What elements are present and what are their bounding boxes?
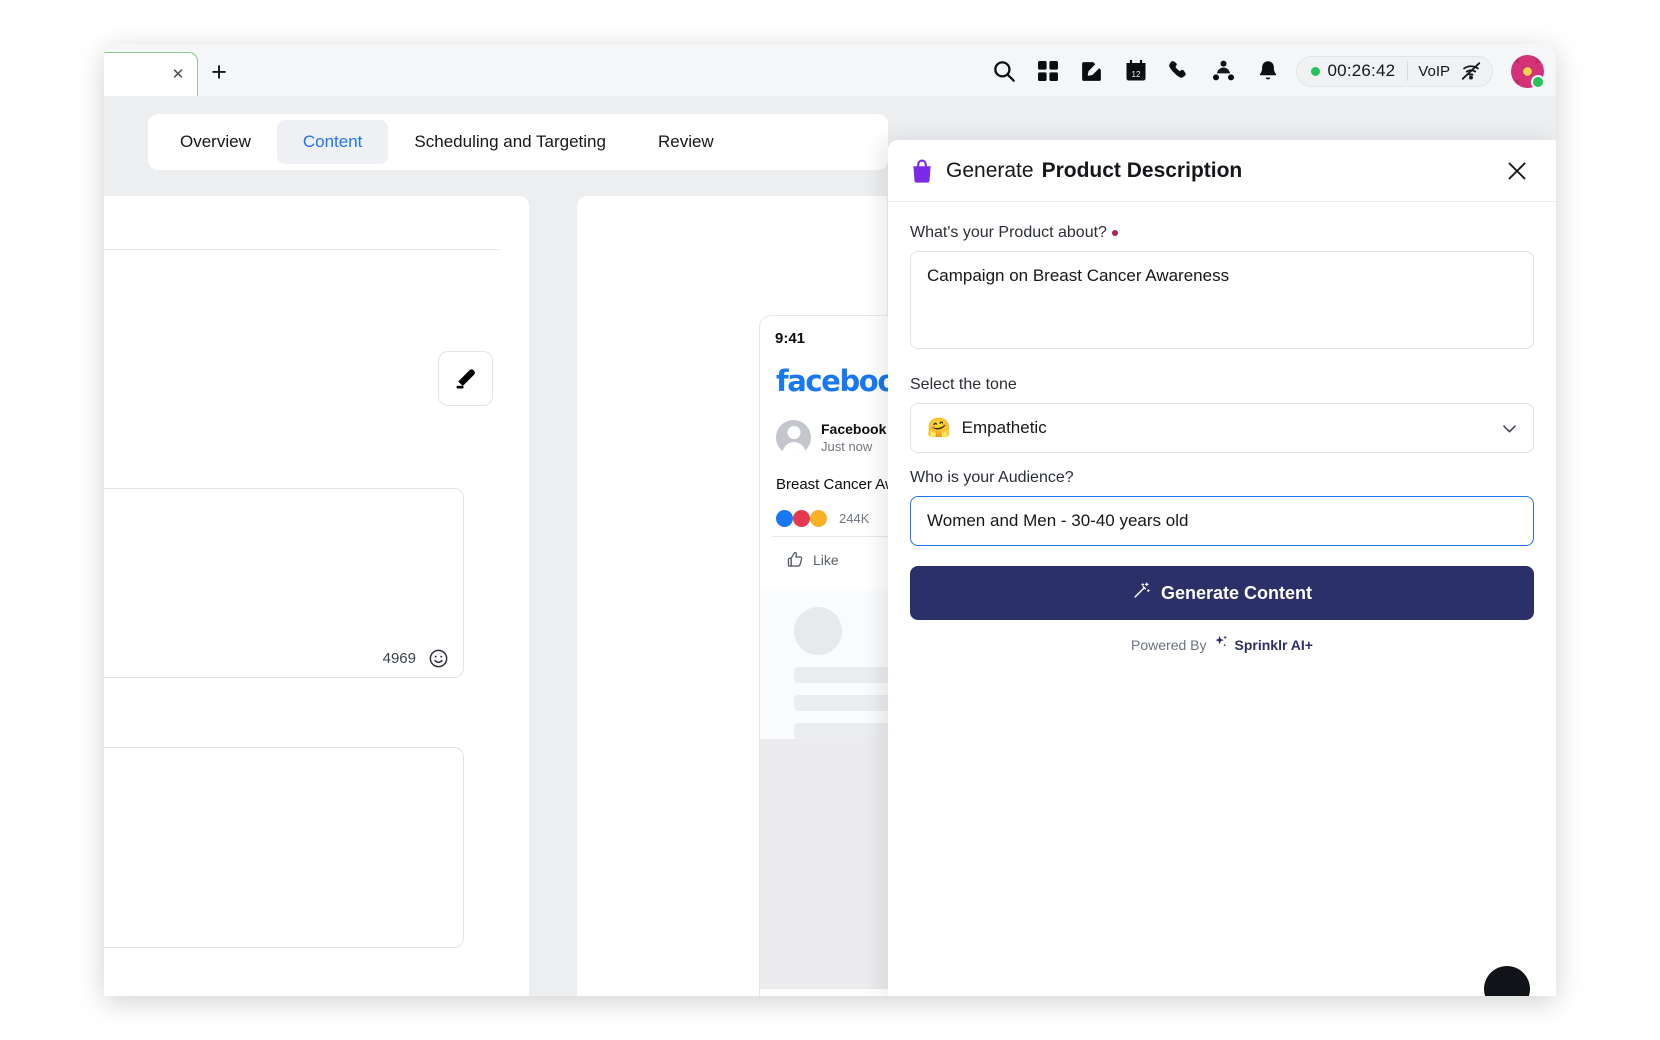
app-window: ✕ + 12 00:26:42 VoIP Overview Content Sc… [104, 44, 1556, 996]
voip-status-pill[interactable]: 00:26:42 VoIP [1295, 55, 1493, 87]
sparkle-icon [1213, 634, 1229, 655]
phone-status-time: 9:41 [775, 330, 806, 347]
voip-active-dot [1310, 66, 1320, 76]
voip-label: VoIP [1418, 62, 1450, 80]
wifi-off-icon[interactable] [1460, 60, 1490, 82]
skeleton-avatar [794, 607, 842, 655]
channel-preview-panel: 9:41 facebook Facebook Just now Breast C… [577, 196, 1059, 996]
audience-input[interactable] [910, 496, 1534, 546]
tab-overview[interactable]: Overview [154, 120, 277, 164]
like-label: Like [813, 551, 839, 568]
apps-grid-icon[interactable] [1026, 49, 1070, 93]
generate-content-button[interactable]: Generate Content [910, 566, 1534, 620]
tone-select[interactable]: 🤗 Empathetic [910, 403, 1534, 453]
ai-panel-title: Product Description [1041, 158, 1243, 182]
tone-label-text: Select the tone [910, 376, 1017, 393]
phone-icon[interactable] [1158, 49, 1202, 93]
generate-content-label: Generate Content [1160, 582, 1313, 603]
shopping-bag-icon [910, 158, 934, 184]
reaction-like-icon [776, 510, 793, 527]
pencil-icon[interactable] [438, 351, 493, 406]
close-icon[interactable] [1502, 156, 1532, 186]
reaction-love-icon [793, 510, 810, 527]
new-tab-button[interactable]: + [198, 52, 240, 96]
required-indicator [1111, 230, 1118, 236]
character-count: 4969 [382, 650, 416, 667]
post-text-editor[interactable]: 4969 [104, 488, 464, 678]
page-body: Overview Content Scheduling and Targetin… [104, 96, 1556, 996]
voip-timer: 00:26:42 [1299, 61, 1408, 81]
post-author-name: Facebook [821, 421, 887, 437]
product-description-input[interactable] [910, 251, 1534, 349]
search-icon[interactable] [982, 49, 1026, 93]
post-like-action[interactable]: Like [786, 550, 839, 569]
product-label-text: What's your Product about? [910, 224, 1107, 241]
tab-content[interactable]: Content [276, 120, 389, 164]
editor-divider [104, 249, 499, 250]
ai-generate-form: What's your Product about? Select the to… [888, 202, 1556, 655]
post-timestamp: Just now [821, 439, 873, 454]
toolbar-right: 12 00:26:42 VoIP [982, 48, 1545, 94]
sprinklr-ai-brand: Sprinklr AI+ [1234, 636, 1313, 653]
reaction-haha-icon [810, 510, 827, 527]
smiley-icon[interactable] [428, 648, 449, 669]
tab-scheduling-and-targeting[interactable]: Scheduling and Targeting [388, 120, 632, 164]
floating-action-button[interactable] [1484, 966, 1530, 996]
post-author-avatar [776, 420, 811, 455]
secondary-text-editor[interactable] [104, 747, 464, 948]
ai-panel-header: Generate Product Description [888, 140, 1556, 202]
bell-icon[interactable] [1246, 49, 1290, 93]
post-reactions: 244K [776, 510, 869, 527]
browser-topbar: ✕ + 12 00:26:42 VoIP [104, 44, 1556, 96]
magic-wand-icon [1132, 581, 1151, 605]
compose-icon[interactable] [1070, 49, 1114, 93]
browser-tab[interactable]: ✕ [104, 52, 198, 96]
tone-emoji-icon: 🤗 [927, 418, 951, 439]
user-avatar[interactable] [1511, 54, 1545, 89]
ai-generate-panel: Generate Product Description What's your… [888, 140, 1556, 996]
ai-panel-title-prefix: Generate [946, 158, 1034, 182]
content-editor-panel: 4969 [104, 196, 529, 996]
calendar-icon[interactable]: 12 [1114, 49, 1158, 93]
reaction-count: 244K [839, 511, 870, 526]
community-icon[interactable] [1202, 49, 1246, 93]
voip-timer-text: 00:26:42 [1327, 61, 1396, 80]
audience-field-label: Who is your Audience? [910, 469, 1534, 487]
tone-field-label: Select the tone [910, 376, 1534, 394]
close-tab-icon[interactable]: ✕ [169, 66, 187, 84]
audience-label-text: Who is your Audience? [910, 469, 1074, 486]
browser-tabstrip: ✕ + [104, 52, 240, 96]
editor-footer: 4969 [383, 648, 449, 669]
product-field-label: What's your Product about? [910, 224, 1534, 242]
svg-text:12: 12 [1131, 70, 1140, 79]
campaign-tabs: Overview Content Scheduling and Targetin… [148, 114, 888, 170]
facebook-post-header: Facebook Just now [776, 420, 886, 455]
tone-selected-value: Empathetic [961, 418, 1047, 437]
powered-by-text: Powered By [1131, 636, 1207, 653]
chevron-down-icon[interactable] [1500, 419, 1519, 438]
powered-by-footer: Powered By Sprinklr AI+ [910, 634, 1534, 655]
tab-review[interactable]: Review [632, 120, 740, 164]
